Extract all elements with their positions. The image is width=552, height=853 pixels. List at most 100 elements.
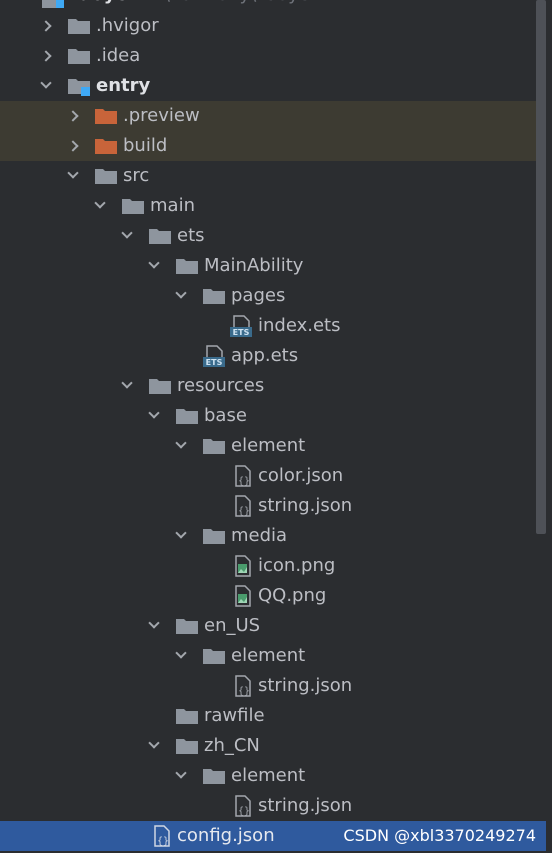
image-file-icon	[232, 555, 254, 577]
svg-text:{}: {}	[238, 686, 250, 697]
folder-icon	[68, 48, 90, 64]
chevron-down-icon[interactable]	[148, 257, 160, 269]
tree-row-rawfile[interactable]: rawfile	[0, 701, 536, 731]
tree-row-pages[interactable]: pages	[0, 281, 536, 311]
tree-row-media[interactable]: media	[0, 521, 536, 551]
tree-item-label: zh_CN	[204, 735, 260, 756]
folder-icon	[95, 168, 117, 184]
folder-icon	[176, 408, 198, 424]
tree-row-src[interactable]: src	[0, 161, 536, 191]
tree-item-label: resources	[177, 375, 265, 396]
tree-row-mainability[interactable]: MainAbility	[0, 251, 536, 281]
tree-row-app-ets[interactable]: ETS app.ets	[0, 341, 536, 371]
tree-item-label: element	[231, 435, 306, 456]
tree-item-label: base	[204, 405, 247, 426]
tree-row-icon-png[interactable]: icon.png	[0, 551, 536, 581]
ets-file-icon: ETS	[203, 345, 225, 367]
chevron-down-icon[interactable]	[148, 407, 160, 419]
tree-item-label: app.ets	[231, 345, 299, 366]
tree-row-base-element[interactable]: element	[0, 431, 536, 461]
vertical-scrollbar[interactable]	[536, 0, 546, 534]
svg-text:ETS: ETS	[233, 328, 250, 337]
folder-icon	[149, 228, 171, 244]
chevron-right-icon[interactable]	[40, 20, 52, 32]
tree-item-label: QQ.png	[258, 585, 327, 606]
tree-row-zh-cn[interactable]: zh_CN	[0, 731, 536, 761]
excluded-folder-icon	[95, 138, 117, 154]
tree-row-ets[interactable]: ets	[0, 221, 536, 251]
chevron-down-icon[interactable]	[148, 737, 160, 749]
tree-row-hvigor[interactable]: .hvigor	[0, 11, 536, 41]
tree-item-label: string.json	[258, 495, 353, 516]
tree-row-build[interactable]: build	[0, 131, 536, 161]
tree-row-base[interactable]: base	[0, 401, 536, 431]
watermark: CSDN @xbl3370249274	[343, 826, 536, 845]
svg-text:ETS: ETS	[206, 358, 223, 367]
project-tree: zdoyc2 D:\harmony\zdoyc2 .hvigor .idea e…	[0, 0, 552, 853]
tree-item-label: ets	[177, 225, 205, 246]
json-file-icon: {}	[232, 495, 254, 517]
chevron-down-icon[interactable]	[175, 527, 187, 539]
folder-icon	[122, 198, 144, 214]
chevron-right-icon[interactable]	[67, 140, 79, 152]
image-file-icon	[232, 585, 254, 607]
project-root-label: zdoyc2	[68, 0, 139, 10]
json-file-icon: {}	[232, 465, 254, 487]
tree-row-base-string-json[interactable]: {} string.json	[0, 491, 536, 521]
tree-row-project-root[interactable]: zdoyc2 D:\harmony\zdoyc2	[0, 0, 536, 10]
tree-item-label: string.json	[258, 795, 353, 816]
tree-row-resources[interactable]: resources	[0, 371, 536, 401]
folder-icon	[203, 648, 225, 664]
module-folder-icon	[68, 78, 90, 96]
chevron-down-icon[interactable]	[175, 287, 187, 299]
chevron-down-icon[interactable]	[67, 167, 79, 179]
chevron-right-icon[interactable]	[67, 110, 79, 122]
chevron-down-icon[interactable]	[175, 437, 187, 449]
tree-row-main[interactable]: main	[0, 191, 536, 221]
tree-item-label: src	[123, 165, 150, 186]
tree-item-label: media	[231, 525, 288, 546]
tree-row-zh-string-json[interactable]: {} string.json	[0, 791, 536, 821]
tree-row-preview[interactable]: .preview	[0, 101, 536, 131]
folder-icon	[203, 768, 225, 784]
folder-icon	[203, 438, 225, 454]
chevron-down-icon[interactable]	[148, 617, 160, 629]
tree-item-label: config.json	[177, 825, 275, 846]
tree-item-label: pages	[231, 285, 286, 306]
chevron-down-icon[interactable]	[121, 377, 133, 389]
tree-row-color-json[interactable]: {} color.json	[0, 461, 536, 491]
tree-row-en-us[interactable]: en_US	[0, 611, 536, 641]
chevron-down-icon[interactable]	[175, 647, 187, 659]
folder-icon	[203, 528, 225, 544]
tree-item-label: .hvigor	[96, 15, 159, 36]
svg-text:{}: {}	[157, 836, 169, 847]
folder-icon	[68, 18, 90, 34]
folder-icon	[176, 708, 198, 724]
project-path-label: D:\harmony\zdoyc2	[144, 0, 320, 10]
module-folder-icon	[42, 0, 64, 8]
json-file-icon: {}	[232, 795, 254, 817]
tree-item-label: element	[231, 645, 306, 666]
svg-text:{}: {}	[238, 476, 250, 487]
tree-row-qq-png[interactable]: QQ.png	[0, 581, 536, 611]
tree-row-index-ets[interactable]: ETS index.ets	[0, 311, 536, 341]
json-file-icon: {}	[151, 825, 173, 847]
tree-item-label: element	[231, 765, 306, 786]
chevron-right-icon[interactable]	[40, 50, 52, 62]
tree-row-en-element[interactable]: element	[0, 641, 536, 671]
chevron-down-icon[interactable]	[121, 227, 133, 239]
tree-row-idea[interactable]: .idea	[0, 41, 536, 71]
tree-item-label: entry	[96, 75, 151, 96]
tree-row-entry[interactable]: entry	[0, 71, 536, 101]
folder-icon	[176, 258, 198, 274]
tree-item-label: icon.png	[258, 555, 336, 576]
json-file-icon: {}	[232, 675, 254, 697]
chevron-down-icon[interactable]	[94, 197, 106, 209]
tree-item-label: main	[150, 195, 195, 216]
folder-icon	[176, 738, 198, 754]
chevron-down-icon[interactable]	[175, 767, 187, 779]
tree-row-zh-element[interactable]: element	[0, 761, 536, 791]
folder-icon	[203, 288, 225, 304]
tree-row-en-string-json[interactable]: {} string.json	[0, 671, 536, 701]
chevron-down-icon[interactable]	[40, 77, 52, 89]
